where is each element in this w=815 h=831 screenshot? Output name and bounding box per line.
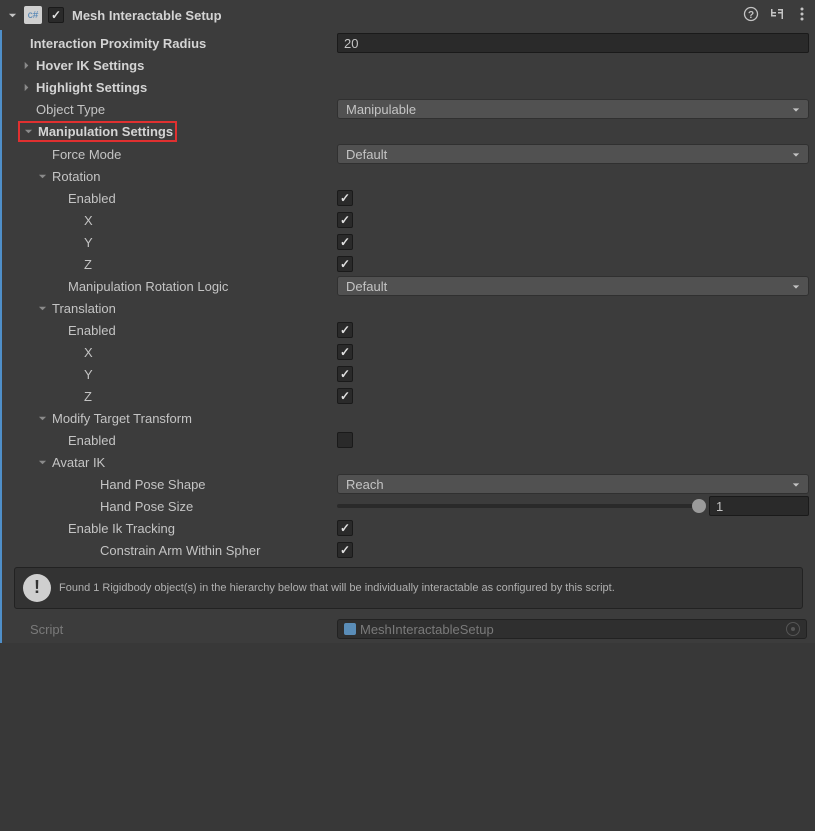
hand-pose-shape-dropdown[interactable]: Reach <box>337 474 809 494</box>
rotation-y-label: Y <box>2 235 337 250</box>
script-icon: c# <box>24 6 42 24</box>
hand-pose-size-row: Hand Pose Size <box>2 495 815 517</box>
chevron-right-icon <box>22 83 31 92</box>
chevron-down-icon <box>792 151 800 159</box>
menu-icon[interactable] <box>795 6 809 25</box>
component-title: Mesh Interactable Setup <box>72 8 743 23</box>
avatar-ik-row[interactable]: Avatar IK <box>2 451 815 473</box>
translation-enabled-label: Enabled <box>2 323 337 338</box>
rotation-enabled-label: Enabled <box>2 191 337 206</box>
info-icon: ! <box>23 574 51 602</box>
rotation-row[interactable]: Rotation <box>2 165 815 187</box>
translation-row[interactable]: Translation <box>2 297 815 319</box>
script-label: Script <box>2 622 337 637</box>
force-mode-label: Force Mode <box>2 147 337 162</box>
translation-z-checkbox[interactable] <box>337 388 353 404</box>
rotation-enabled-checkbox[interactable] <box>337 190 353 206</box>
proximity-radius-input[interactable] <box>337 33 809 53</box>
rotation-logic-dropdown[interactable]: Default <box>337 276 809 296</box>
rotation-logic-row: Manipulation Rotation Logic Default <box>2 275 815 297</box>
enable-ik-tracking-label: Enable Ik Tracking <box>2 521 337 536</box>
chevron-down-icon <box>792 481 800 489</box>
chevron-right-icon <box>22 61 31 70</box>
modify-target-row[interactable]: Modify Target Transform <box>2 407 815 429</box>
translation-enabled-checkbox[interactable] <box>337 322 353 338</box>
chevron-down-icon <box>38 172 47 181</box>
force-mode-row: Force Mode Default <box>2 143 815 165</box>
highlight-annotation: Manipulation Settings <box>18 121 177 142</box>
rotation-label: Rotation <box>52 169 100 184</box>
preset-icon[interactable] <box>769 6 785 25</box>
hand-pose-size-slider[interactable] <box>337 504 703 508</box>
chevron-down-icon <box>8 11 17 20</box>
highlight-label: Highlight Settings <box>36 80 147 95</box>
modify-target-enabled-label: Enabled <box>2 433 337 448</box>
svg-text:?: ? <box>748 10 754 21</box>
script-asset-icon <box>344 623 356 635</box>
script-object-field[interactable]: MeshInteractableSetup <box>337 619 807 639</box>
translation-y-label: Y <box>2 367 337 382</box>
rotation-x-label: X <box>2 213 337 228</box>
proximity-radius-row: Interaction Proximity Radius <box>2 32 815 54</box>
highlight-row[interactable]: Highlight Settings <box>2 76 815 98</box>
modify-target-label: Modify Target Transform <box>52 411 192 426</box>
force-mode-dropdown[interactable]: Default <box>337 144 809 164</box>
hand-pose-size-label: Hand Pose Size <box>2 499 337 514</box>
hand-pose-size-input[interactable] <box>709 496 809 516</box>
object-type-dropdown[interactable]: Manipulable <box>337 99 809 119</box>
object-picker-icon[interactable] <box>786 622 800 636</box>
translation-z-label: Z <box>2 389 337 404</box>
translation-x-checkbox[interactable] <box>337 344 353 360</box>
rotation-logic-label: Manipulation Rotation Logic <box>2 279 337 294</box>
constrain-arm-label: Constrain Arm Within Spher <box>2 543 337 558</box>
manipulation-settings-row[interactable]: Manipulation Settings <box>2 120 815 143</box>
constrain-arm-checkbox[interactable] <box>337 542 353 558</box>
hand-pose-shape-label: Hand Pose Shape <box>2 477 337 492</box>
modify-target-enabled-checkbox[interactable] <box>337 432 353 448</box>
rotation-y-checkbox[interactable] <box>337 234 353 250</box>
object-type-label: Object Type <box>2 102 337 117</box>
chevron-down-icon <box>38 414 47 423</box>
rotation-x-checkbox[interactable] <box>337 212 353 228</box>
rotation-z-checkbox[interactable] <box>337 256 353 272</box>
rotation-z-label: Z <box>2 257 337 272</box>
script-row: Script MeshInteractableSetup <box>2 615 815 643</box>
hover-ik-label: Hover IK Settings <box>36 58 144 73</box>
hand-pose-shape-row: Hand Pose Shape Reach <box>2 473 815 495</box>
object-type-row: Object Type Manipulable <box>2 98 815 120</box>
foldout-toggle[interactable] <box>6 9 18 21</box>
hover-ik-row[interactable]: Hover IK Settings <box>2 54 815 76</box>
chevron-down-icon <box>792 283 800 291</box>
enable-ik-tracking-checkbox[interactable] <box>337 520 353 536</box>
info-message-box: ! Found 1 Rigidbody object(s) in the hie… <box>14 567 803 609</box>
proximity-radius-label: Interaction Proximity Radius <box>2 36 337 51</box>
chevron-down-icon <box>24 127 33 136</box>
translation-label: Translation <box>52 301 116 316</box>
help-icon[interactable]: ? <box>743 6 759 25</box>
translation-x-label: X <box>2 345 337 360</box>
chevron-down-icon <box>792 106 800 114</box>
component-header: c# Mesh Interactable Setup ? <box>0 0 815 30</box>
chevron-down-icon <box>38 304 47 313</box>
chevron-down-icon <box>38 458 47 467</box>
info-message-text: Found 1 Rigidbody object(s) in the hiera… <box>59 581 615 595</box>
slider-thumb[interactable] <box>692 499 706 513</box>
component-enabled-checkbox[interactable] <box>48 7 64 23</box>
translation-y-checkbox[interactable] <box>337 366 353 382</box>
manipulation-settings-label: Manipulation Settings <box>38 124 173 139</box>
avatar-ik-label: Avatar IK <box>52 455 105 470</box>
